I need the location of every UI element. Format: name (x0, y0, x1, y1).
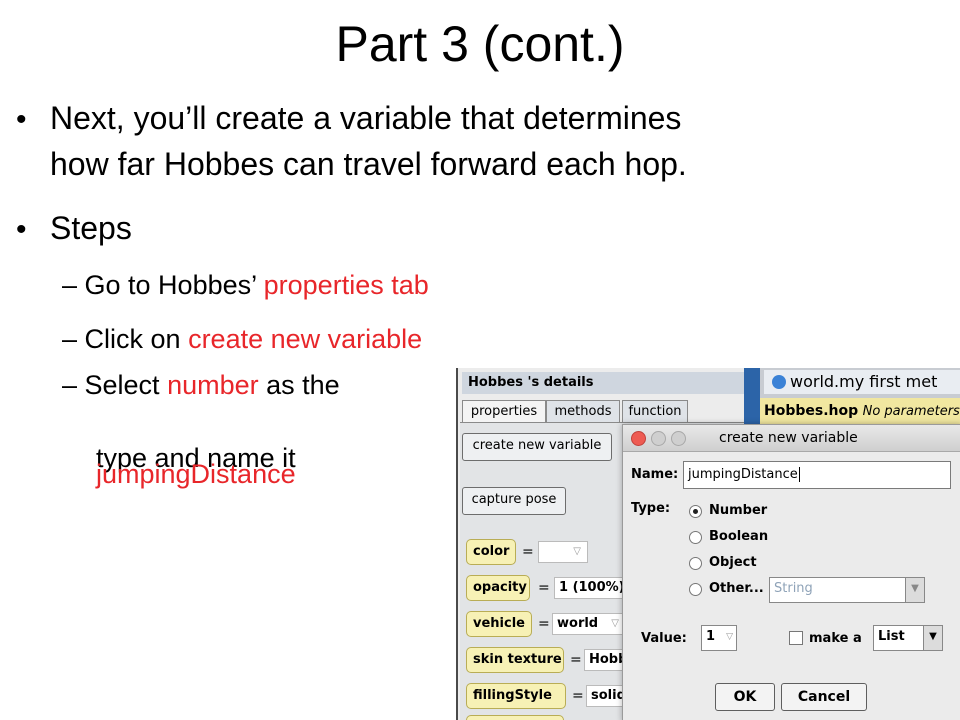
property-tile[interactable]: opacity (466, 575, 530, 601)
property-tile[interactable]: fillingStyle (466, 683, 566, 709)
tab-world-method[interactable]: world.my first met (764, 370, 960, 394)
step-3: – Select number as the (62, 367, 340, 403)
chevron-down-icon: ▽ (573, 546, 581, 557)
close-icon[interactable] (631, 431, 646, 446)
radio-number[interactable] (689, 505, 702, 518)
bullet-dot: • (16, 103, 27, 136)
method-header: Hobbes.hop No parameters (760, 398, 960, 424)
tab-methods[interactable]: methods (546, 400, 620, 422)
radio-other[interactable] (689, 583, 702, 596)
bullet-line: how far Hobbes can travel forward each h… (50, 146, 687, 182)
step-2-text: – Click on (62, 324, 181, 354)
tab-properties[interactable]: properties (462, 400, 546, 422)
step-2-highlight: create new variable (188, 324, 423, 354)
value-select[interactable]: 1 ▽ (701, 625, 737, 651)
editor-accent-bar (744, 368, 760, 428)
method-params: No parameters (862, 404, 960, 419)
chevron-down-icon: ▽ (726, 632, 733, 642)
chevron-down-icon: ▼ (905, 578, 924, 602)
step-3-highlight: number (167, 370, 259, 400)
variable-name-input[interactable]: jumpingDistance (683, 461, 951, 489)
ok-button[interactable]: OK (715, 683, 775, 711)
step-2: – Click on create new variable (62, 321, 422, 357)
bullet-steps: Steps (50, 210, 132, 246)
other-type-select[interactable]: String ▼ (769, 577, 925, 603)
tab-function[interactable]: function (622, 400, 688, 422)
equals-sign: = (522, 544, 534, 560)
step-3-text-suffix: as the (266, 370, 340, 400)
text-cursor (798, 467, 800, 482)
make-a-label: make a (809, 631, 862, 646)
radio-other-label: Other... (709, 581, 764, 596)
property-value[interactable]: 1 (100%) (554, 577, 628, 599)
method-name: Hobbes.hop (764, 403, 859, 419)
step-1-text: – Go to Hobbes’ (62, 270, 257, 300)
property-tile[interactable]: color (466, 539, 516, 565)
dialog-titlebar: create new variable (623, 425, 960, 452)
capture-pose-button[interactable]: capture pose (462, 487, 566, 515)
step-3-variable-name: jumpingDistance (96, 459, 296, 489)
value-label: Value: (641, 631, 687, 646)
radio-object[interactable] (689, 557, 702, 570)
step-3-text: – Select (62, 370, 160, 400)
dialog-title: create new variable (719, 430, 858, 446)
name-label: Name: (631, 467, 679, 482)
cancel-button[interactable]: Cancel (781, 683, 867, 711)
step-1: – Go to Hobbes’ properties tab (62, 267, 429, 303)
radio-boolean-label: Boolean (709, 529, 769, 544)
type-label: Type: (631, 501, 671, 516)
property-tile[interactable]: vehicle (466, 611, 532, 637)
radio-number-label: Number (709, 503, 768, 518)
bullet-line: Next, you’ll create a variable that dete… (50, 100, 682, 136)
chevron-down-icon: ▽ (611, 618, 619, 629)
equals-sign: = (538, 616, 550, 632)
property-tile[interactable]: skin texture (466, 647, 564, 673)
list-type-select[interactable]: List ▼ (873, 625, 943, 651)
make-list-checkbox[interactable] (789, 631, 803, 645)
radio-boolean[interactable] (689, 531, 702, 544)
step-1-highlight: properties tab (263, 270, 429, 300)
alice-screenshot: Hobbes 's details properties methods fun… (456, 368, 960, 720)
details-title: Hobbes 's details (462, 372, 744, 394)
minimize-icon[interactable] (651, 431, 666, 446)
property-value[interactable]: ▽ (538, 541, 588, 563)
property-value[interactable]: world ▽ (552, 613, 628, 635)
equals-sign: = (538, 580, 550, 596)
property-tile[interactable] (466, 715, 564, 720)
equals-sign: = (570, 652, 582, 668)
create-variable-dialog: create new variable Name: jumpingDistanc… (622, 424, 960, 720)
maximize-icon[interactable] (671, 431, 686, 446)
bullet-dot: • (16, 213, 27, 246)
create-new-variable-button[interactable]: create new variable (462, 433, 612, 461)
slide-title: Part 3 (cont.) (335, 16, 625, 72)
chevron-down-icon: ▼ (923, 626, 942, 650)
globe-icon (772, 375, 786, 389)
equals-sign: = (572, 688, 584, 704)
radio-object-label: Object (709, 555, 757, 570)
